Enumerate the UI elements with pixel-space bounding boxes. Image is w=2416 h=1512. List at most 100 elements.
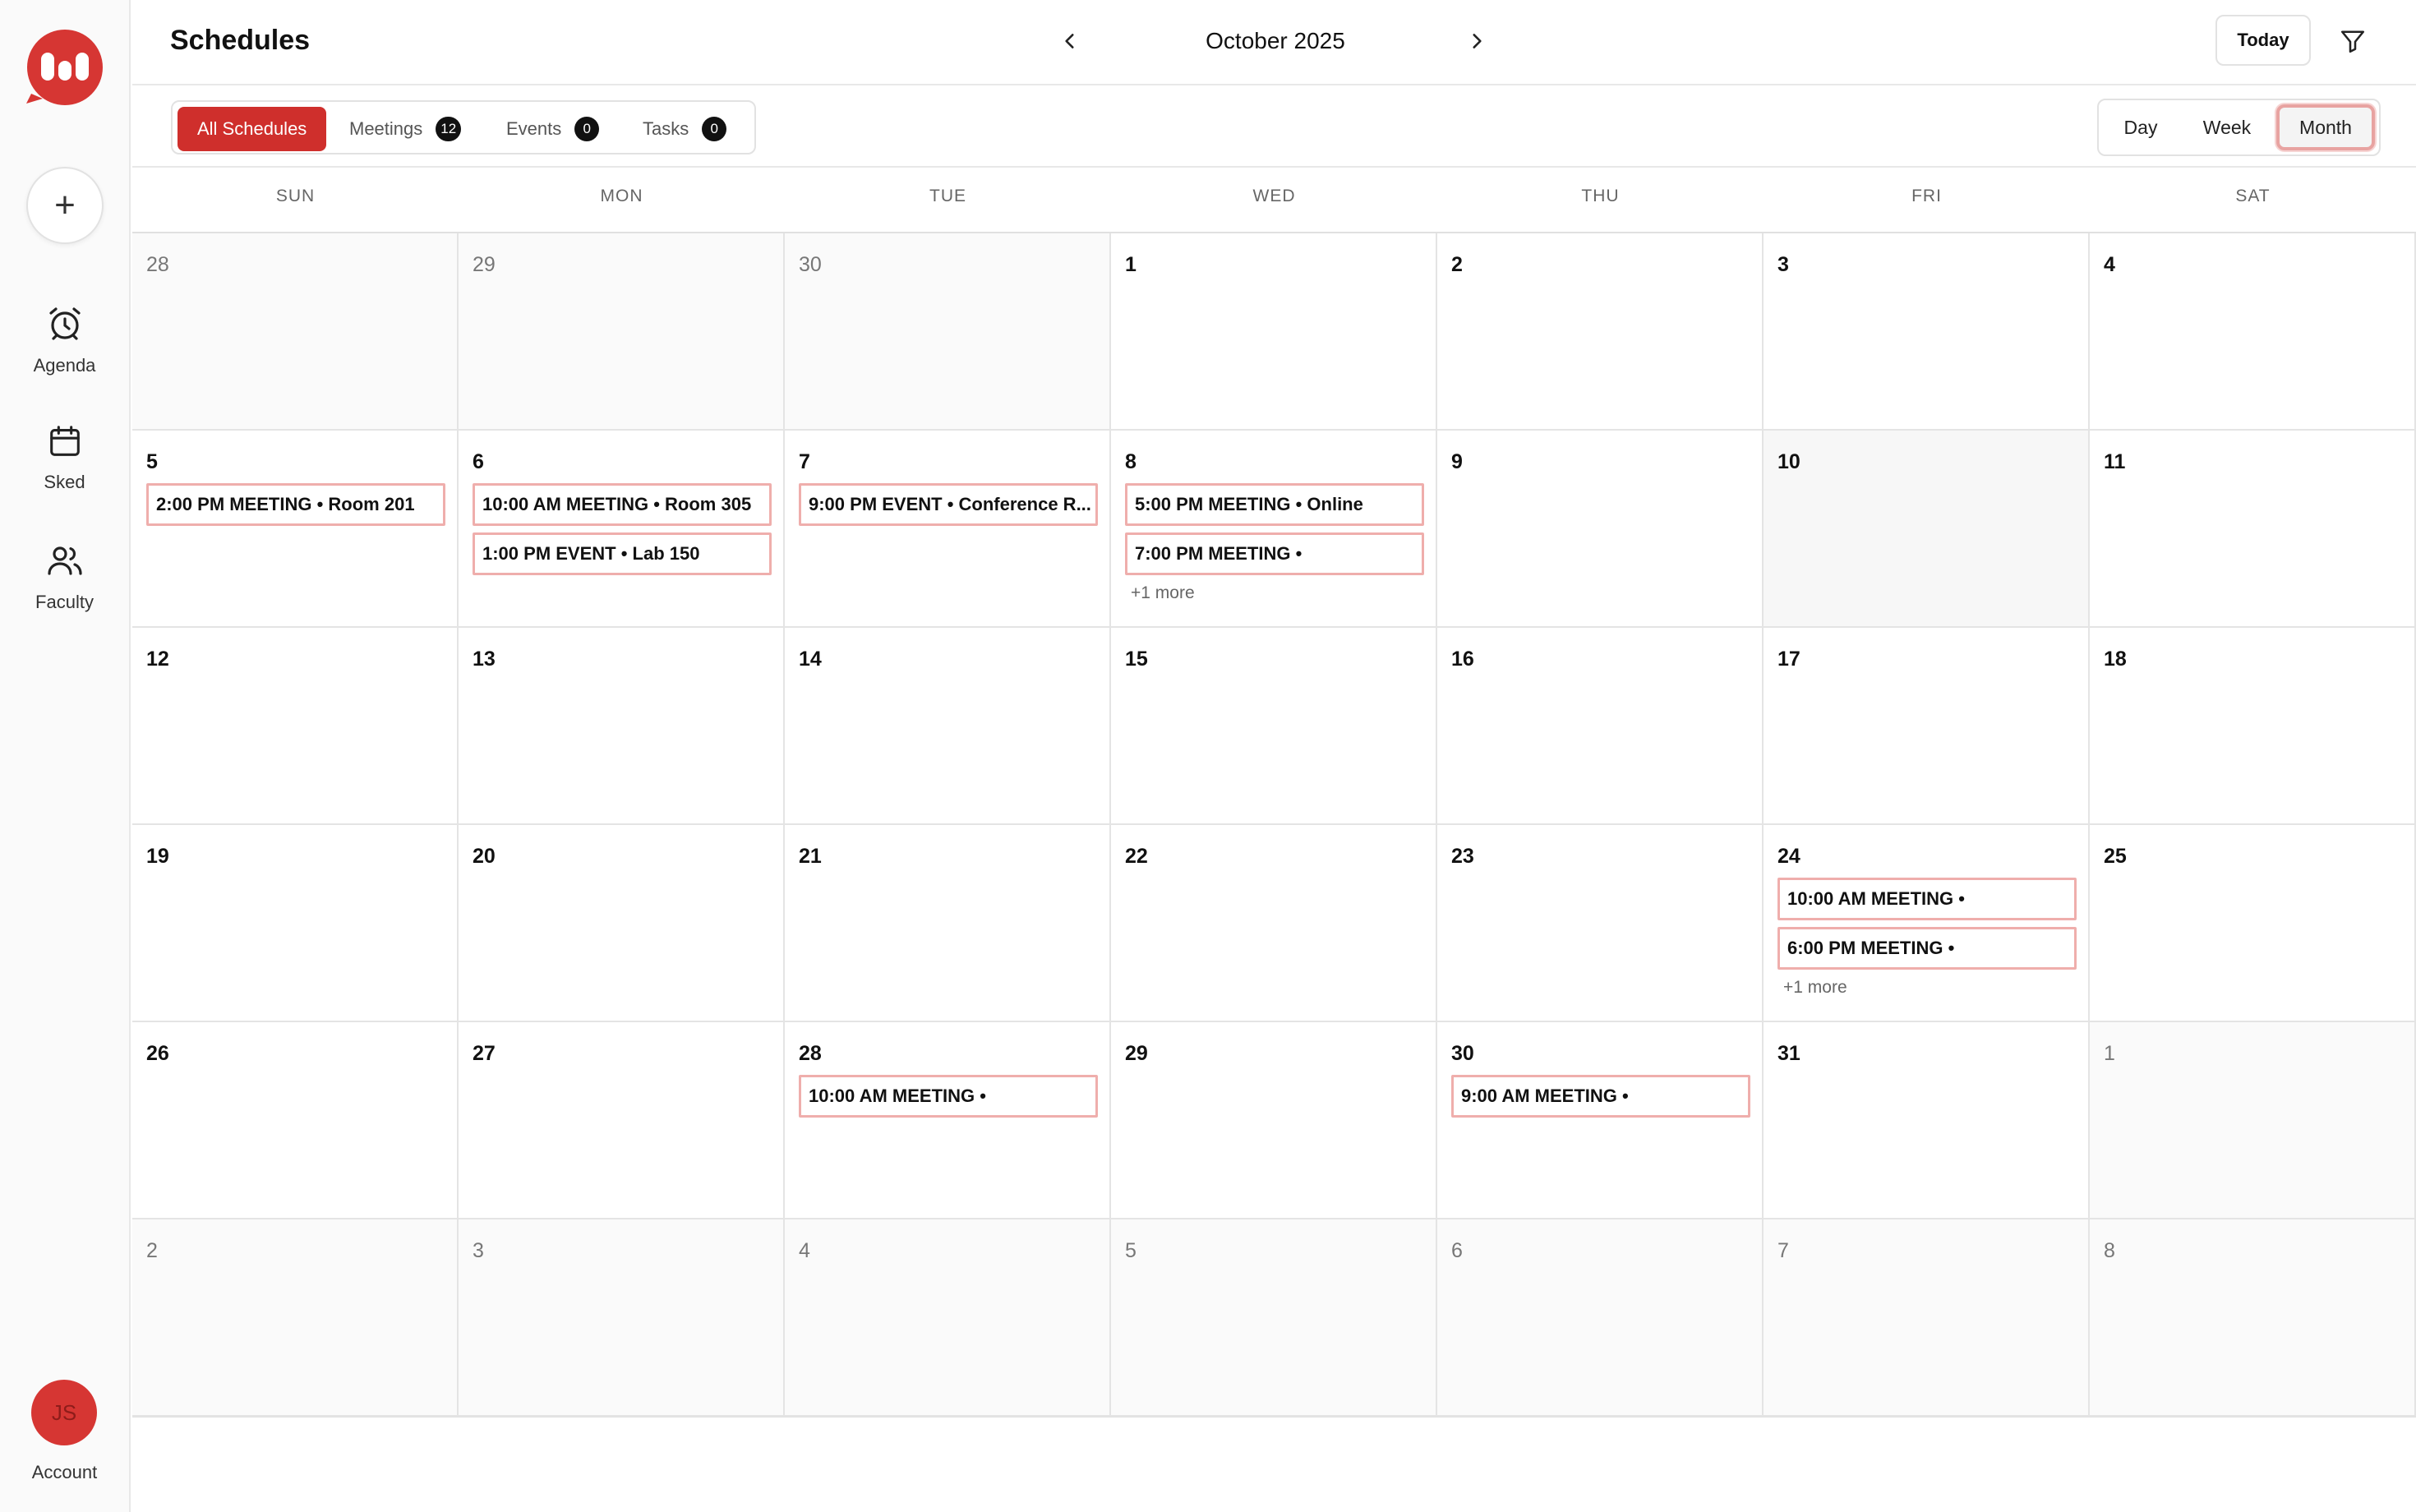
account-label[interactable]: Account <box>0 1462 129 1483</box>
day-number: 11 <box>2104 450 2126 473</box>
day-cell[interactable]: 26 <box>132 1022 459 1219</box>
day-number: 17 <box>1777 648 1800 671</box>
day-cell[interactable]: 11 <box>2090 431 2416 628</box>
day-cell[interactable]: 30 <box>785 233 1111 431</box>
sidebar-item-label: Agenda <box>33 355 96 376</box>
avatar[interactable]: JS <box>31 1380 97 1445</box>
day-cell[interactable]: 20 <box>459 825 785 1022</box>
day-cell[interactable]: 3 <box>459 1219 785 1417</box>
day-cell[interactable]: 5 2:00 PM MEETING • Room 201 <box>132 431 459 628</box>
day-cell[interactable]: 28 <box>132 233 459 431</box>
view-switcher: Day Week Month <box>2097 99 2381 156</box>
filter-tasks[interactable]: Tasks 0 <box>643 107 727 151</box>
day-cell[interactable]: 12 <box>132 628 459 825</box>
day-number: 5 <box>146 450 158 473</box>
calendar-event[interactable]: 9:00 PM EVENT • Conference R... <box>799 483 1098 526</box>
calendar-event[interactable]: 1:00 PM EVENT • Lab 150 <box>473 532 772 575</box>
day-cell[interactable]: 29 <box>1111 1022 1437 1219</box>
day-cell[interactable]: 6 <box>1437 1219 1764 1417</box>
day-cell[interactable]: 15 <box>1111 628 1437 825</box>
day-cell[interactable]: 29 <box>459 233 785 431</box>
calendar-event[interactable]: 10:00 AM MEETING • <box>799 1075 1098 1118</box>
day-cell[interactable]: 6 10:00 AM MEETING • Room 305 1:00 PM EVEN… <box>459 431 785 628</box>
day-cell[interactable]: 7 <box>1764 1219 2090 1417</box>
add-button[interactable]: + <box>26 167 104 244</box>
more-events-link[interactable]: +1 more <box>1131 583 1195 603</box>
chevron-right-icon <box>1473 34 1482 48</box>
day-cell[interactable]: 9 <box>1437 431 1764 628</box>
day-cell[interactable]: 23 <box>1437 825 1764 1022</box>
day-number: 4 <box>2104 253 2115 276</box>
day-number: 8 <box>2104 1239 2115 1262</box>
day-cell[interactable]: 24 10:00 AM MEETING • 6:00 PM MEETING • +1 … <box>1764 825 2090 1022</box>
day-number: 18 <box>2104 648 2127 671</box>
day-cell[interactable]: 10 <box>1764 431 2090 628</box>
day-cell[interactable]: 13 <box>459 628 785 825</box>
sidebar-item-sked[interactable]: Sked <box>0 422 129 493</box>
day-number: 1 <box>2104 1042 2115 1065</box>
day-cell[interactable]: 3 <box>1764 233 2090 431</box>
day-cell[interactable]: 1 <box>1111 233 1437 431</box>
sidebar-item-agenda[interactable]: Agenda <box>0 304 129 376</box>
day-cell[interactable]: 14 <box>785 628 1111 825</box>
day-cell[interactable]: 17 <box>1764 628 2090 825</box>
page-title: Schedules <box>170 25 311 56</box>
logo-icon <box>26 30 103 105</box>
today-button[interactable]: Today <box>2215 15 2311 66</box>
day-cell[interactable]: 16 <box>1437 628 1764 825</box>
day-cell[interactable]: 25 <box>2090 825 2416 1022</box>
weekday-label: FRI <box>1911 187 1942 205</box>
calendar-event[interactable]: 10:00 AM MEETING • <box>1777 878 2077 920</box>
day-cell[interactable]: 4 <box>2090 233 2416 431</box>
day-cell[interactable]: 5 <box>1111 1219 1437 1417</box>
more-events-link[interactable]: +1 more <box>1783 978 1847 998</box>
plus-icon: + <box>54 185 76 225</box>
day-cell[interactable]: 18 <box>2090 628 2416 825</box>
day-cell[interactable]: 21 <box>785 825 1111 1022</box>
day-number: 29 <box>1125 1042 1148 1065</box>
filter-all-schedules[interactable]: All Schedules <box>178 107 327 151</box>
day-cell[interactable]: 2 <box>1437 233 1764 431</box>
calendar-event[interactable]: 6:00 PM MEETING • <box>1777 927 2077 970</box>
day-cell[interactable]: 27 <box>459 1022 785 1219</box>
view-day-button[interactable]: Day <box>2105 104 2176 150</box>
prev-month-button[interactable] <box>1052 23 1088 59</box>
day-cell[interactable]: 30 9:00 AM MEETING • <box>1437 1022 1764 1219</box>
day-cell[interactable]: 8 <box>2090 1219 2416 1417</box>
calendar-event[interactable]: 5:00 PM MEETING • Online <box>1125 483 1424 526</box>
view-week-button[interactable]: Week <box>2188 104 2266 150</box>
day-cell[interactable]: 19 <box>132 825 459 1022</box>
weekday-label: SUN <box>275 187 316 205</box>
calendar-event[interactable]: 10:00 AM MEETING • Room 305 <box>473 483 772 526</box>
day-cell[interactable]: 2 <box>132 1219 459 1417</box>
sidebar-item-label: Faculty <box>35 592 94 612</box>
header: Schedules October 2025 Today <box>132 0 2416 85</box>
day-cell[interactable]: 22 <box>1111 825 1437 1022</box>
view-month-button[interactable]: Month <box>2276 104 2375 150</box>
weekday-label: TUE <box>929 187 966 205</box>
month-grid: 28 29 30 1 2 3 4 5 2:00 PM MEETING • Room 201 6 10… <box>132 233 2416 1418</box>
day-number: 28 <box>799 1042 822 1065</box>
day-cell[interactable]: 7 9:00 PM EVENT • Conference R... <box>785 431 1111 628</box>
day-cell[interactable]: 4 <box>785 1219 1111 1417</box>
day-cell[interactable]: 8 5:00 PM MEETING • Online 7:00 PM MEETING… <box>1111 431 1437 628</box>
filter-meetings[interactable]: Meetings 12 <box>349 107 462 151</box>
day-number: 12 <box>146 648 169 671</box>
filter-label: Events <box>506 118 562 139</box>
day-number: 1 <box>1125 253 1137 276</box>
chevron-left-icon <box>1065 34 1074 48</box>
filter-button[interactable] <box>2335 23 2371 59</box>
day-cell[interactable]: 31 <box>1764 1022 2090 1219</box>
calendar-event[interactable]: 2:00 PM MEETING • Room 201 <box>146 483 445 526</box>
weekday-label: SAT <box>2235 187 2271 205</box>
sidebar-item-faculty[interactable]: Faculty <box>0 541 129 613</box>
calendar-event[interactable]: 9:00 AM MEETING • <box>1451 1075 1750 1118</box>
filter-events[interactable]: Events 0 <box>506 107 600 151</box>
day-cell[interactable]: 1 <box>2090 1022 2416 1219</box>
calendar-event[interactable]: 7:00 PM MEETING • <box>1125 532 1424 575</box>
app-logo[interactable] <box>25 30 105 105</box>
day-number: 28 <box>146 253 169 276</box>
day-cell[interactable]: 28 10:00 AM MEETING • <box>785 1022 1111 1219</box>
day-number: 23 <box>1451 845 1474 868</box>
next-month-button[interactable] <box>1459 23 1495 59</box>
